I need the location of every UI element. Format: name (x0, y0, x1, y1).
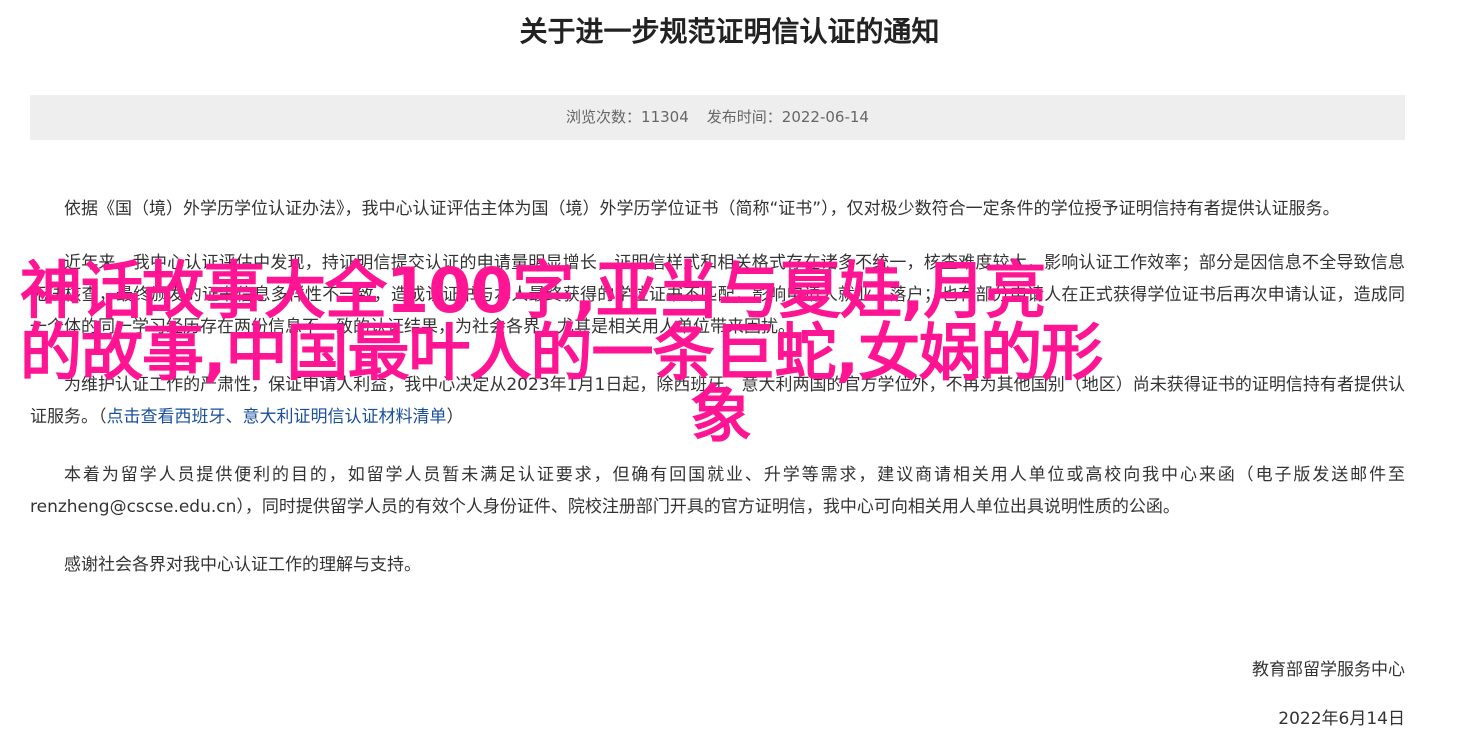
link-paren-open: （ (98, 407, 107, 427)
article-body: 依据《国（境）外学历学位认证办法》，我中心认证评估主体为国（境）外学历学位证书（… (30, 193, 1405, 607)
meta-bar: 浏览次数：11304 发布时间：2022-06-14 (30, 95, 1405, 140)
paragraph-3: 为维护认证工作的严肃性，保证申请人利益，我中心决定从2023年1月1日起，除西班… (30, 369, 1405, 433)
paragraph-1: 依据《国（境）外学历学位认证办法》，我中心认证评估主体为国（境）外学历学位证书（… (64, 199, 1340, 219)
signature-date: 2022年6月14日 (1278, 709, 1405, 729)
views-count: 11304 (641, 108, 689, 126)
paragraph-2: 近年来，我中心认证评估中发现，持证明信提交认证的申请量明显增长，证明信样式和相关… (30, 253, 1405, 337)
signature-org: 教育部留学服务中心 (1252, 660, 1405, 680)
spain-italy-materials-link[interactable]: 点击查看西班牙、意大利证明信认证材料清单 (107, 407, 447, 427)
published-label: 发布时间： (706, 108, 782, 126)
views-label: 浏览次数： (566, 108, 642, 126)
published-date: 2022-06-14 (781, 108, 869, 126)
page-title: 关于进一步规范证明信认证的通知 (519, 15, 940, 48)
paragraph-5: 感谢社会各界对我中心认证工作的理解与支持。 (64, 555, 421, 575)
paragraph-4: 本着为留学人员提供便利的目的，如留学人员暂未满足认证要求，但确有回国就业、升学等… (30, 465, 1405, 517)
link-paren-close: ） (446, 407, 464, 427)
